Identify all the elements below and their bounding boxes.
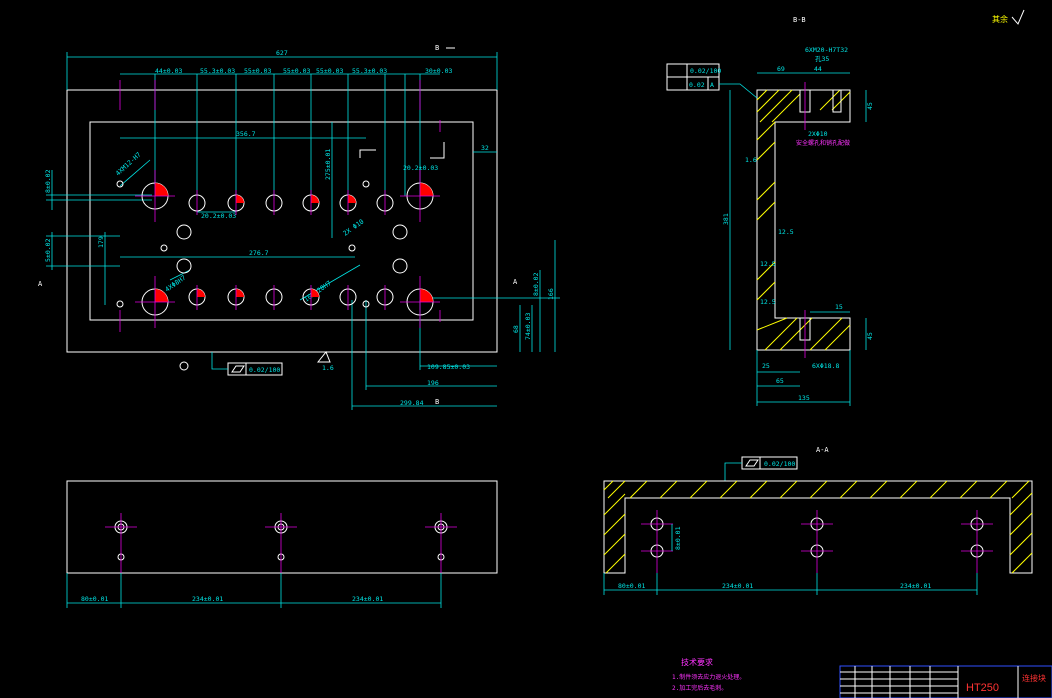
hole-mid-1 bbox=[176, 224, 192, 240]
section-aa: A-A 0.02/100 8±0.01 80±0.01 234±0.01 234… bbox=[603, 446, 1033, 595]
dim-179: 179 bbox=[97, 236, 105, 248]
bb-1-6: 1.6 bbox=[745, 156, 757, 164]
dim-74: 74±0.03 bbox=[524, 313, 532, 340]
notes-title: 技术要求 bbox=[681, 657, 713, 667]
bb-tol-flat-val: 0.02/100 bbox=[690, 67, 721, 75]
section-bb: B-B 其余 0.02/100 0.02 A 6XM20-H7T32 孔35 6… bbox=[666, 9, 1025, 406]
aa-80: 80±0.01 bbox=[618, 582, 645, 590]
dim-right-8: 8±0.02 bbox=[532, 272, 540, 296]
dim-109: 109.85±0.03 bbox=[427, 363, 470, 371]
dim-20-2-mid: 20.2±0.03 bbox=[201, 212, 236, 220]
dim-top-2: 55.3±0.03 bbox=[200, 67, 235, 75]
bb-15: 15 bbox=[835, 303, 843, 311]
bb-tol-datum: A bbox=[710, 81, 714, 89]
label-16x-b: 2X Φ10 bbox=[342, 218, 366, 238]
aa-v: 8±0.01 bbox=[674, 526, 682, 550]
label-16x: 16XΦ20H7 bbox=[303, 279, 333, 304]
front-80: 80±0.01 bbox=[81, 595, 108, 603]
front-view: 80±0.01 234±0.01 234±0.01 bbox=[66, 480, 498, 608]
dim-68: 68 bbox=[512, 325, 520, 333]
dim-8-left: 8±0.02 bbox=[44, 169, 52, 193]
bb-381: 381 bbox=[722, 213, 730, 225]
bb-note: 安全螺孔和销孔配做 bbox=[796, 139, 850, 147]
roughness-label: 1.6 bbox=[322, 364, 334, 372]
dim-276: 276.7 bbox=[249, 249, 269, 257]
aa-234b: 234±0.01 bbox=[900, 582, 931, 590]
notes-line1: 1.制件须去应力退火处理。 bbox=[672, 673, 745, 681]
label-4x-top: 4XM12-H7 bbox=[114, 151, 143, 178]
aa-outline bbox=[603, 480, 1033, 574]
section-bb-title: B-B bbox=[793, 16, 806, 24]
top-view-holes bbox=[116, 80, 441, 332]
bb-12-5a: 12.5 bbox=[778, 228, 794, 236]
flatness-value: 0.02/100 bbox=[249, 366, 280, 374]
dim-top-7: 30±0.03 bbox=[425, 67, 452, 75]
dim-top-4: 55±0.03 bbox=[283, 67, 310, 75]
hole-mid-4 bbox=[392, 258, 408, 274]
front-234a: 234±0.01 bbox=[192, 595, 223, 603]
section-a-left: A bbox=[38, 280, 43, 288]
bb-hatch bbox=[756, 89, 851, 351]
bb-44: 44 bbox=[814, 65, 822, 73]
dim-196: 196 bbox=[427, 379, 439, 387]
roughness-other: 其余 bbox=[992, 14, 1008, 24]
dim-275: 275±0.01 bbox=[324, 149, 332, 180]
dim-top-5: 55±0.03 bbox=[316, 67, 343, 75]
bb-outline bbox=[756, 89, 851, 351]
dim-20-2-right: 20.2±0.03 bbox=[403, 164, 438, 172]
notes-line2: 2.加工完后去毛刺。 bbox=[672, 684, 727, 692]
dim-overall: 627 bbox=[276, 49, 288, 57]
bb-69: 69 bbox=[777, 65, 785, 73]
section-b-top: B bbox=[435, 44, 439, 52]
tech-notes: 技术要求 1.制件须去应力退火处理。 2.加工完后去毛刺。 bbox=[672, 657, 745, 692]
dim-299: 299.84 bbox=[400, 399, 424, 407]
bb-12-5b: 12.5 bbox=[760, 260, 776, 268]
section-b-bot: B bbox=[435, 398, 439, 406]
bb-2x: 2XΦ10 bbox=[808, 130, 828, 138]
top-view: 627 44±0.03 55.3±0.03 55±0.03 55±0.03 55… bbox=[38, 44, 560, 410]
label-4x-bottom: 4XΦ8H7 bbox=[164, 274, 188, 294]
bb-45-bot: 45 bbox=[866, 332, 874, 340]
part-name: 连接块 bbox=[1022, 673, 1046, 683]
bb-135: 135 bbox=[798, 394, 810, 402]
dim-356: 356.7 bbox=[236, 130, 256, 138]
bb-12-5c: 12.5 bbox=[760, 298, 776, 306]
dim-5-left: 5±0.02 bbox=[44, 238, 52, 262]
material: HT250 bbox=[966, 682, 999, 694]
section-aa-title: A-A bbox=[816, 446, 829, 454]
plate-outline bbox=[66, 89, 498, 353]
dim-top-1: 44±0.03 bbox=[155, 67, 182, 75]
bb-thread: 6XM20-H7T32 bbox=[805, 46, 848, 54]
aa-hatch bbox=[603, 480, 1033, 574]
dim-top-6: 55.3±0.03 bbox=[352, 67, 387, 75]
aa-234a: 234±0.01 bbox=[722, 582, 753, 590]
drawing-canvas: 627 44±0.03 55.3±0.03 55±0.03 55±0.03 55… bbox=[38, 9, 1052, 698]
aa-flatness: 0.02/100 bbox=[764, 460, 795, 468]
dim-166: 166 bbox=[547, 288, 555, 300]
bb-depth: 孔35 bbox=[815, 55, 829, 63]
bb-45-top: 45 bbox=[866, 102, 874, 110]
dim-top-3: 55±0.03 bbox=[244, 67, 271, 75]
section-a-right: A bbox=[513, 278, 518, 286]
title-block: HT250 连接块 bbox=[839, 665, 1052, 698]
bb-25: 25 bbox=[762, 362, 770, 370]
front-234b: 234±0.01 bbox=[352, 595, 383, 603]
bb-65: 65 bbox=[776, 377, 784, 385]
hole-mid-3 bbox=[392, 224, 408, 240]
hole-mid-2 bbox=[176, 258, 192, 274]
bb-tol-perp-val: 0.02 bbox=[689, 81, 705, 89]
dim-32: 32 bbox=[481, 144, 489, 152]
bb-6x: 6XΦ18.8 bbox=[812, 362, 839, 370]
